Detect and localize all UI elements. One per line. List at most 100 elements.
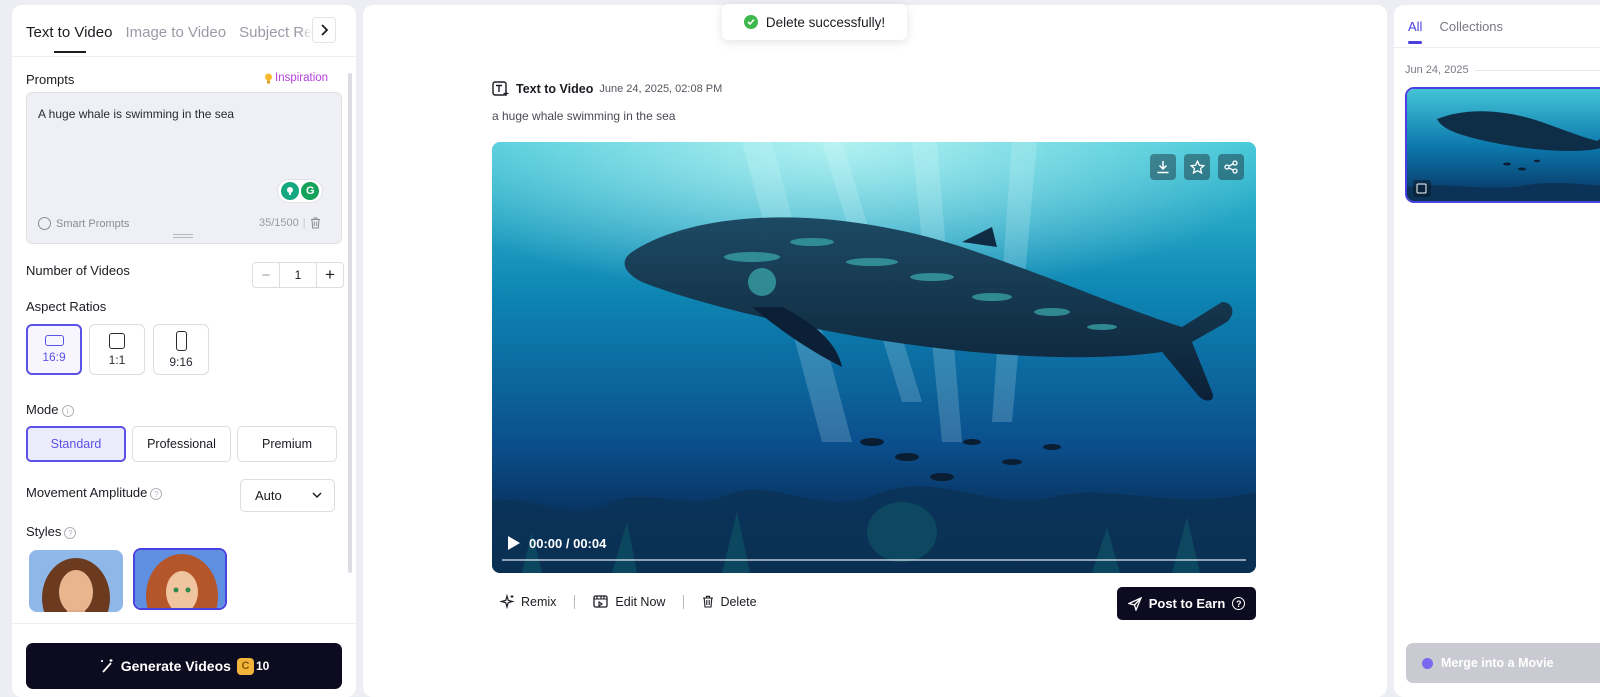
resize-handle[interactable] (173, 234, 193, 238)
movement-amplitude-label: Movement Amplitude (26, 485, 148, 500)
video-progress-bar[interactable] (502, 559, 1246, 561)
history-tabs: All Collections (1408, 19, 1503, 44)
success-check-icon (743, 15, 758, 29)
history-panel: All Collections Jun 24, 2025 Merge into … (1394, 5, 1600, 697)
delete-button[interactable]: Delete (702, 594, 757, 609)
merge-into-movie-button[interactable]: Merge into a Movie (1406, 643, 1600, 683)
divider (574, 594, 576, 609)
prompt-text: A huge whale is swimming in the sea (38, 107, 235, 121)
decrement-button[interactable]: − (253, 267, 279, 284)
tab-collections[interactable]: Collections (1439, 19, 1503, 34)
prompt-textarea[interactable]: A huge whale is swimming in the sea G Sm… (26, 92, 342, 244)
video-player[interactable]: 00:00 / 00:04 (492, 142, 1256, 573)
number-of-videos-stepper: − 1 + (252, 262, 344, 288)
send-icon (1127, 596, 1142, 611)
aspect-ratio-16-9[interactable]: 16:9 (26, 324, 82, 375)
style-anime-thumb[interactable] (133, 548, 227, 610)
mode-professional[interactable]: Professional (132, 426, 231, 462)
movement-amplitude-heading: Movement Amplitude? (26, 485, 163, 500)
download-icon (1157, 161, 1169, 174)
left-panel: Text to Video Image to Video Subject Re … (12, 5, 356, 697)
video-prompt-text: a huge whale swimming in the sea (492, 109, 676, 123)
history-video-thumbnail[interactable] (1405, 87, 1600, 203)
credit-coin-icon: C (236, 657, 254, 675)
share-button[interactable] (1218, 154, 1244, 180)
trash-icon[interactable] (310, 217, 321, 229)
movement-amplitude-value: Auto (255, 488, 282, 503)
generate-footer: Generate Videos C 10 (12, 623, 356, 697)
suggestion-icon[interactable] (280, 182, 299, 200)
aspect-ratio-label: 1:1 (108, 352, 126, 367)
aspect-ratio-1-1[interactable]: 1:1 (89, 324, 145, 375)
chevron-down-icon (312, 492, 322, 499)
smart-prompts-toggle[interactable]: Smart Prompts (38, 217, 129, 230)
tab-all[interactable]: All (1408, 19, 1423, 44)
number-of-videos-label: Number of Videos (26, 263, 130, 278)
date-group-line (1474, 69, 1600, 71)
film-edit-icon (593, 595, 609, 608)
remix-label: Remix (521, 594, 557, 609)
delete-label: Delete (720, 594, 757, 609)
count-divider: | (302, 217, 306, 229)
whale-video-frame (492, 142, 1256, 573)
aspect-ratio-9-16[interactable]: 9:16 (153, 324, 209, 375)
mode-heading: Mode i (26, 402, 74, 417)
trash-icon (703, 595, 714, 608)
play-icon[interactable] (507, 535, 521, 551)
video-action-bar: Remix Edit Now Delete (500, 594, 757, 609)
favorite-button[interactable] (1184, 154, 1210, 180)
grammarly-icon[interactable]: G (301, 182, 320, 200)
generate-label: Generate Videos (120, 658, 231, 674)
generate-cost: 10 (255, 659, 270, 673)
merge-label: Merge into a Movie (1441, 656, 1554, 670)
merge-indicator-icon (1422, 657, 1433, 669)
grammar-assist-widget[interactable]: G (277, 179, 323, 203)
star-icon (1189, 159, 1205, 174)
whale-thumbnail-image (1407, 89, 1600, 201)
movement-amplitude-select[interactable]: Auto (240, 479, 335, 512)
bulb-icon (265, 73, 272, 83)
edit-now-label: Edit Now (615, 594, 666, 609)
increment-button[interactable]: + (317, 265, 343, 285)
toast-message: Delete successfully! (765, 14, 886, 30)
settings-scrollbar[interactable] (348, 73, 352, 573)
mode-premium[interactable]: Premium (237, 426, 337, 462)
square-icon (109, 332, 125, 349)
history-tabs-divider (1394, 47, 1600, 48)
aspect-ratio-label: 16:9 (42, 350, 66, 364)
edit-now-button[interactable]: Edit Now (593, 594, 665, 609)
settings-scroll-area: Prompts Inspiration A huge whale is swim… (12, 5, 356, 618)
styles-label: Styles (26, 524, 62, 539)
number-of-videos-value[interactable]: 1 (279, 263, 317, 287)
inspiration-label: Inspiration (275, 72, 329, 84)
help-icon[interactable]: ? (64, 526, 77, 539)
magic-wand-icon (100, 659, 113, 673)
char-count-text: 35/1500 (259, 217, 299, 229)
text-to-video-icon (492, 81, 509, 96)
smart-prompts-label: Smart Prompts (56, 217, 130, 230)
post-to-earn-button[interactable]: Post to Earn ? (1117, 587, 1256, 620)
mode-standard[interactable]: Standard (26, 426, 126, 462)
video-time: 00:00 / 00:04 (529, 535, 607, 551)
toast-notification: Delete successfully! (722, 4, 907, 40)
video-controls: 00:00 / 00:04 (507, 535, 606, 551)
aspect-ratio-label: 9:16 (169, 354, 193, 369)
remix-button[interactable]: Remix (500, 594, 556, 609)
realistic-portrait-image (29, 550, 123, 612)
help-icon[interactable]: ? (1232, 597, 1246, 610)
style-realistic-thumb[interactable] (29, 550, 123, 612)
landscape-icon (44, 335, 64, 346)
video-actions-overlay (1150, 154, 1244, 180)
prompts-label: Prompts (26, 72, 75, 87)
portrait-icon (175, 330, 187, 351)
help-icon[interactable]: ? (150, 487, 163, 500)
inspiration-button[interactable]: Inspiration (264, 72, 328, 84)
generate-videos-button[interactable]: Generate Videos C 10 (26, 643, 342, 689)
share-icon (1224, 160, 1238, 174)
date-group-header: Jun 24, 2025 (1405, 64, 1600, 76)
info-icon[interactable]: i (61, 404, 74, 417)
smart-prompts-radio-icon[interactable] (38, 217, 51, 230)
video-type-label: Text to Video (516, 82, 594, 96)
character-count: 35/1500 | (259, 217, 321, 229)
download-button[interactable] (1150, 154, 1176, 180)
